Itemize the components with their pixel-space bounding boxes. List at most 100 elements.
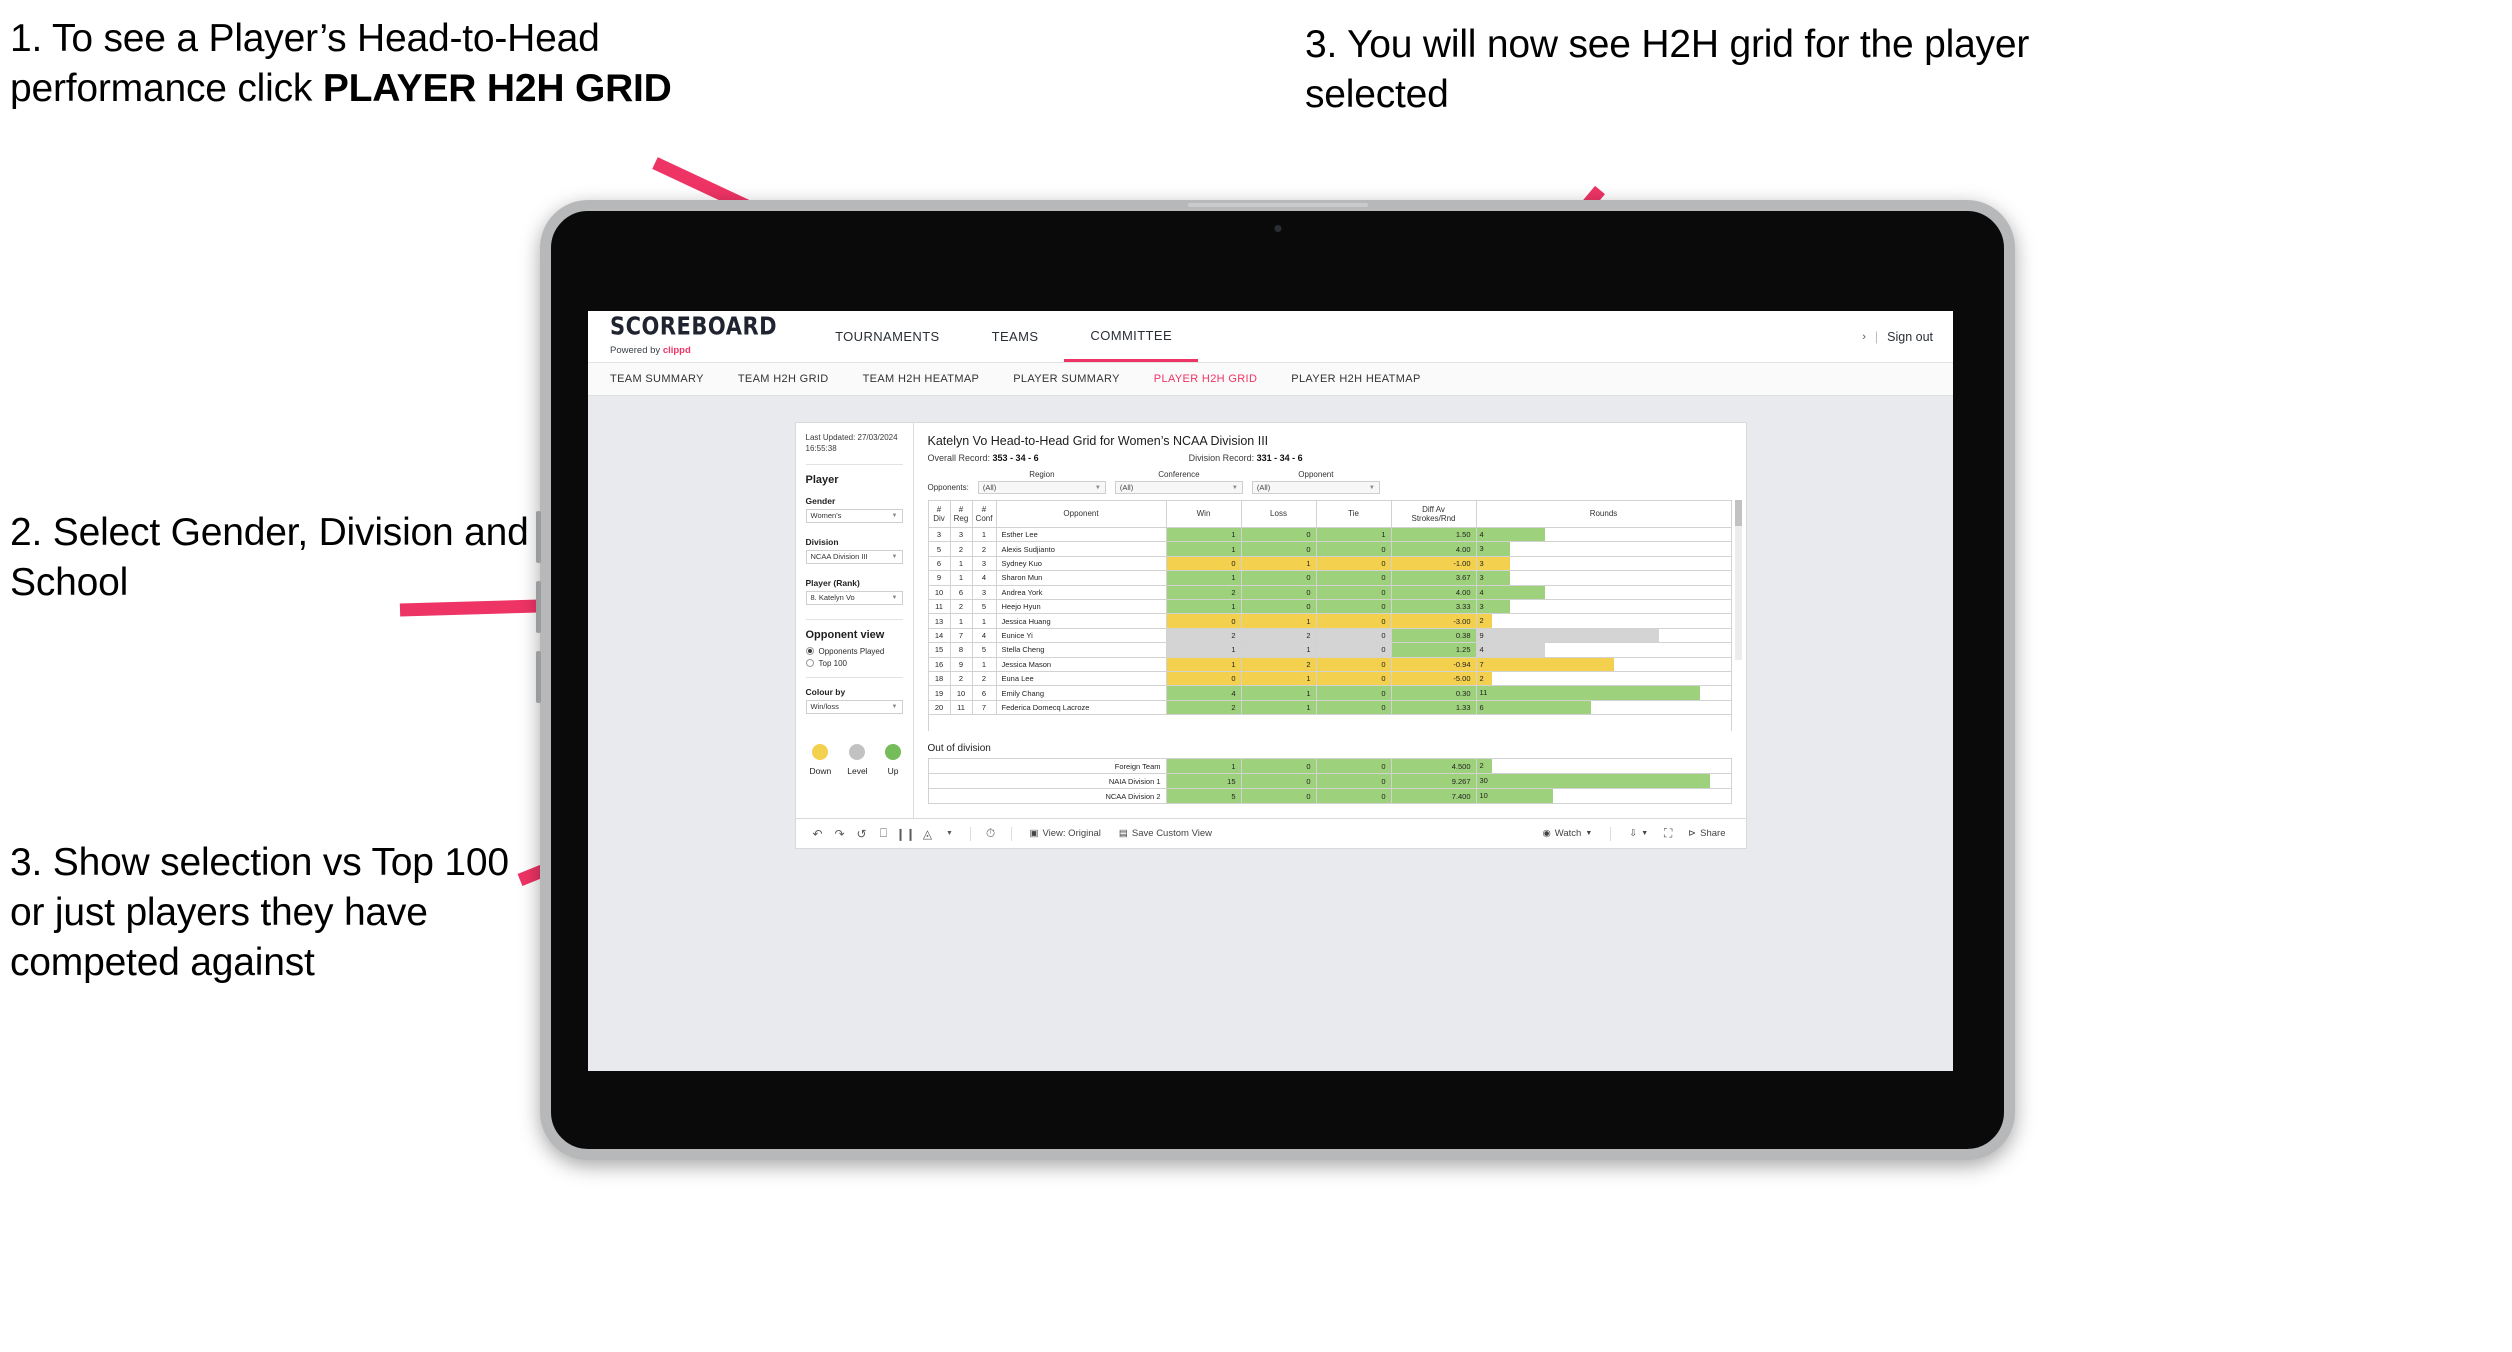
cell-diff: 4.500 — [1390, 758, 1477, 775]
cell-tie: 0 — [1315, 656, 1392, 673]
table-row[interactable]: 3 3 1 Esther Lee 1 0 1 1.50 4 — [927, 526, 1732, 543]
table-row[interactable]: 20 11 7 Federica Domecq Lacroze 2 1 0 1.33 6 — [927, 699, 1732, 716]
forecast-icon[interactable]: ◬ — [918, 827, 938, 841]
header-divider: | — [1874, 329, 1879, 344]
share-label: Share — [1700, 828, 1726, 839]
tablet-volume-down-button[interactable] — [536, 581, 541, 633]
history-icon[interactable]: ⏱ — [981, 826, 1001, 841]
cell-rounds-bar: 2 — [1475, 758, 1732, 775]
scrollbar-thumb[interactable] — [1734, 500, 1742, 526]
cell-loss: 1 — [1240, 685, 1317, 701]
player-rank-select[interactable]: 8. Katelyn Vo ▼ — [805, 590, 903, 605]
cell-div: 16 — [927, 656, 951, 673]
table-row[interactable]: 5 2 2 Alexis Sudjianto 1 0 0 4.00 3 — [927, 541, 1732, 557]
legend-dot-down — [812, 743, 829, 760]
opponent-select[interactable]: (All) ▼ — [1251, 481, 1380, 494]
fullscreen-icon[interactable]: ⛶ — [1658, 826, 1678, 841]
annotation-step-1: 1. To see a Player’s Head-to-Head perfor… — [10, 14, 740, 114]
save-custom-view-button[interactable]: ▤ Save Custom View — [1111, 828, 1220, 839]
cell-loss: 0 — [1240, 584, 1317, 601]
revert-icon[interactable]: ↺ — [852, 827, 872, 841]
tab-team-summary[interactable]: TEAM SUMMARY — [610, 373, 704, 385]
radio-top-100[interactable]: Top 100 — [805, 659, 903, 668]
h2h-col-header-5: Loss — [1240, 500, 1317, 528]
nav-item-tournaments[interactable]: TOURNAMENTS — [809, 311, 966, 362]
cell-loss: 2 — [1240, 656, 1317, 673]
cell-opponent: Heejo Hyun — [995, 599, 1167, 615]
cell-rounds-bar: 4 — [1475, 642, 1732, 658]
nav-item-teams[interactable]: TEAMS — [966, 311, 1065, 362]
pause-icon[interactable]: ❙❙ — [896, 827, 916, 841]
colour-by-label: Colour by — [805, 686, 846, 697]
table-row[interactable]: 15 8 5 Stella Cheng 1 1 0 1.25 4 — [927, 642, 1732, 658]
cell-win: 2 — [1165, 627, 1242, 644]
radio-opponents-played-label: Opponents Played — [818, 646, 885, 656]
cell-win: 1 — [1165, 599, 1242, 615]
tablet-camera — [1274, 225, 1281, 232]
cell-win: 1 — [1165, 526, 1242, 543]
cell-reg: 2 — [949, 541, 973, 557]
view-original-button[interactable]: ▣ View: Original — [1022, 828, 1109, 839]
conference-select[interactable]: (All) ▼ — [1114, 481, 1243, 494]
division-select[interactable]: NCAA Division III ▼ — [805, 549, 903, 564]
table-row[interactable]: 11 2 5 Heejo Hyun 1 0 0 3.33 3 — [927, 599, 1732, 615]
tab-team-h2h-heatmap[interactable]: TEAM H2H HEATMAP — [863, 373, 980, 385]
tab-team-h2h-grid[interactable]: TEAM H2H GRID — [738, 373, 829, 385]
table-row[interactable]: 13 1 1 Jessica Huang 0 1 0 -3.00 2 — [927, 613, 1732, 629]
table-row[interactable]: 16 9 1 Jessica Mason 1 2 0 -0.94 7 — [927, 656, 1732, 673]
download-button[interactable]: ⇩ ▼ — [1621, 828, 1656, 839]
table-row[interactable]: 18 2 2 Euna Lee 0 1 0 -5.00 2 — [927, 671, 1732, 687]
gender-value: Women's — [810, 511, 842, 521]
cell-tie: 0 — [1315, 685, 1392, 701]
save-custom-view-label: Save Custom View — [1131, 828, 1212, 839]
sign-out-link[interactable]: Sign out — [1887, 330, 1933, 344]
tablet-power-button[interactable] — [536, 651, 541, 703]
cell-rounds-bar: 3 — [1475, 555, 1732, 572]
cell-conf: 7 — [971, 699, 997, 716]
cell-loss: 1 — [1240, 555, 1317, 572]
tab-player-h2h-grid[interactable]: PLAYER H2H GRID — [1154, 373, 1257, 385]
brand-clippd: clippd — [662, 344, 691, 356]
opponent-view-heading: Opponent view — [805, 628, 885, 641]
nav-item-committee[interactable]: COMMITTEE — [1064, 311, 1199, 362]
region-select[interactable]: (All) ▼ — [977, 481, 1106, 494]
chevron-down-icon: ▼ — [1094, 484, 1101, 491]
tab-player-summary[interactable]: PLAYER SUMMARY — [1013, 373, 1120, 385]
cell-win: 1 — [1165, 642, 1242, 658]
out-of-division-row[interactable]: NCAA Division 2 5 0 0 7.400 10 — [927, 788, 1732, 805]
cell-rounds-bar: 2 — [1475, 613, 1732, 629]
table-row[interactable]: 6 1 3 Sydney Kuo 0 1 0 -1.00 3 — [927, 555, 1732, 572]
filter-divider-2 — [805, 618, 903, 620]
tab-player-h2h-heatmap[interactable]: PLAYER H2H HEATMAP — [1291, 373, 1420, 385]
undo-icon[interactable]: ↶ — [808, 827, 828, 841]
last-updated-text: Last Updated: 27/03/2024 16:55:38 — [805, 433, 898, 453]
out-of-division-row[interactable]: NAIA Division 1 15 0 0 9.267 30 — [927, 773, 1732, 790]
table-row[interactable]: 19 10 6 Emily Chang 4 1 0 0.30 11 — [927, 685, 1732, 701]
caret-icon[interactable]: ▼ — [940, 830, 960, 837]
cell-conf: 2 — [971, 671, 997, 687]
watch-button[interactable]: ◉ Watch ▼ — [1534, 828, 1600, 839]
colour-by-select[interactable]: Win/loss ▼ — [805, 699, 903, 714]
cell-div: 18 — [927, 671, 951, 687]
radio-opponents-played[interactable]: Opponents Played — [805, 646, 903, 656]
h2h-col-header-1: # Reg — [949, 500, 973, 528]
cell-reg: 6 — [949, 584, 973, 601]
refresh-icon[interactable]: ⎕ — [874, 826, 894, 841]
gender-select[interactable]: Women's ▼ — [805, 508, 903, 523]
brand-logo[interactable]: SCOREBOARD Powered by clippd — [588, 313, 809, 356]
out-of-division-row[interactable]: Foreign Team 1 0 0 4.500 2 — [927, 758, 1732, 775]
table-bottom-fade — [927, 715, 1732, 732]
table-row[interactable]: 14 7 4 Eunice Yi 2 2 0 0.38 9 — [927, 627, 1732, 644]
cell-win: 0 — [1165, 613, 1242, 629]
cell-conf: 1 — [971, 656, 997, 673]
redo-icon[interactable]: ↷ — [830, 827, 850, 841]
chevron-right-icon[interactable]: › — [1862, 331, 1866, 343]
app-header: SCOREBOARD Powered by clippd TOURNAMENTS… — [588, 311, 1953, 363]
table-row[interactable]: 10 6 3 Andrea York 2 0 0 4.00 4 — [927, 584, 1732, 601]
table-row[interactable]: 9 1 4 Sharon Mun 1 0 0 3.67 3 — [927, 570, 1732, 586]
cell-win: 4 — [1165, 685, 1242, 701]
overall-record-label: Overall Record: — [927, 453, 991, 463]
tablet-volume-up-button[interactable] — [536, 511, 541, 563]
grid-vertical-scrollbar[interactable] — [1734, 500, 1742, 660]
share-button[interactable]: ⊳ Share — [1680, 828, 1733, 839]
